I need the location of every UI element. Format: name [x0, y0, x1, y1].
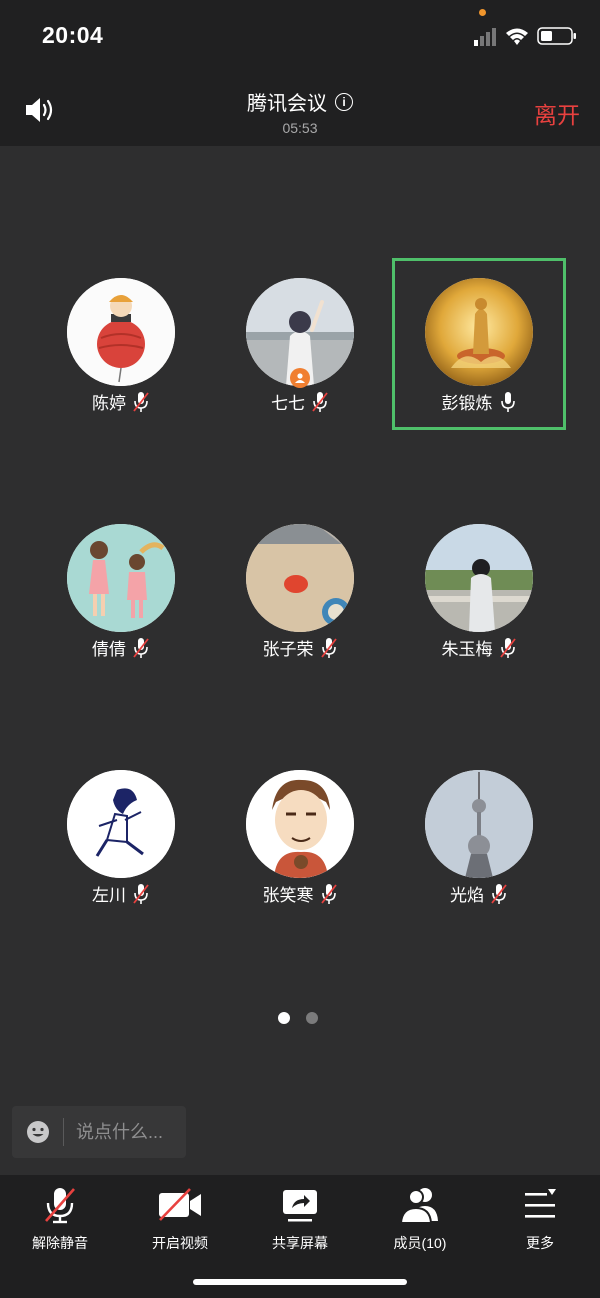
share-screen-button[interactable]: 共享屏幕: [250, 1185, 350, 1251]
info-icon[interactable]: i: [335, 92, 353, 111]
battery-icon: [537, 27, 576, 45]
share-screen-label: 共享屏幕: [272, 1235, 328, 1251]
cellular-signal-icon: [474, 28, 496, 46]
meeting-title[interactable]: 腾讯会议 i: [247, 87, 353, 116]
more-label: 更多: [526, 1235, 554, 1251]
avatar: [246, 770, 354, 878]
share-screen-icon: [283, 1190, 317, 1222]
member-tile[interactable]: 张子荣: [213, 504, 387, 676]
page-dot[interactable]: [306, 1012, 318, 1024]
more-menu-icon: [525, 1189, 556, 1218]
meeting-title-text: 腾讯会议: [247, 93, 327, 115]
member-tile[interactable]: 光焰: [392, 750, 566, 922]
member-tile[interactable]: 朱玉梅: [392, 504, 566, 676]
status-icons: [474, 27, 576, 46]
wifi-icon: [506, 28, 528, 45]
member-name: 张子荣: [262, 640, 314, 659]
member-name: 彭锻炼: [441, 394, 493, 413]
camera-off-icon: [159, 1188, 201, 1221]
mic-muted-icon: [320, 883, 337, 904]
member-tile[interactable]: 七七: [213, 258, 387, 430]
unmute-label: 解除静音: [32, 1235, 88, 1251]
member-tile[interactable]: 张笑寒: [213, 750, 387, 922]
member-name: 七七: [271, 394, 305, 413]
member-name: 朱玉梅: [441, 640, 493, 659]
mic-muted-icon: [499, 637, 516, 658]
home-indicator[interactable]: [193, 1279, 407, 1285]
member-tile-active-speaker[interactable]: 彭锻炼: [392, 258, 566, 430]
member-tile[interactable]: 倩倩: [34, 504, 208, 676]
member-name: 光焰: [450, 886, 484, 905]
status-time: 20:04: [42, 22, 104, 48]
avatar: [246, 524, 354, 632]
avatar: [67, 770, 175, 878]
chat-input[interactable]: [76, 1121, 186, 1143]
top-bar: 20:04 腾讯会议 i 05:53 离开: [0, 0, 600, 146]
avatar: [67, 524, 175, 632]
emoji-icon[interactable]: [12, 1106, 63, 1158]
start-video-label: 开启视频: [152, 1235, 208, 1251]
member-name: 张笑寒: [262, 886, 314, 905]
host-badge-icon: [290, 368, 310, 388]
mic-muted-icon: [133, 391, 149, 412]
mic-muted-icon: [45, 1188, 75, 1224]
avatar: [425, 278, 533, 386]
members-icon: [399, 1188, 438, 1224]
member-name: 左川: [92, 886, 126, 905]
mic-muted-icon: [133, 637, 149, 658]
member-name: 陈婷: [92, 394, 126, 413]
members-button[interactable]: 成员(10): [370, 1185, 470, 1251]
members-label: 成员(10): [393, 1235, 447, 1251]
privacy-indicator-dot: [479, 9, 486, 16]
avatar: [425, 524, 533, 632]
mic-muted-icon: [133, 883, 149, 904]
mic-muted-icon: [320, 637, 337, 658]
page-indicator[interactable]: [278, 1012, 318, 1024]
mic-muted-icon: [491, 883, 507, 904]
avatar: [67, 278, 175, 386]
meeting-timer: 05:53: [282, 120, 318, 136]
divider: [63, 1118, 64, 1146]
member-name: 倩倩: [92, 640, 126, 659]
page-dot-current[interactable]: [278, 1012, 290, 1024]
member-grid: 陈婷 七七 彭锻炼 倩倩 张子荣 朱玉梅 左川 张笑寒 光焰: [0, 258, 600, 905]
more-button[interactable]: 更多: [490, 1185, 590, 1251]
avatar: [425, 770, 533, 878]
member-tile[interactable]: 陈婷: [34, 258, 208, 430]
mic-muted-icon: [312, 391, 328, 412]
unmute-button[interactable]: 解除静音: [10, 1185, 110, 1251]
start-video-button[interactable]: 开启视频: [130, 1185, 230, 1251]
member-tile[interactable]: 左川: [34, 750, 208, 922]
leave-button[interactable]: 离开: [534, 96, 580, 130]
mic-on-icon: [500, 391, 515, 412]
chat-box[interactable]: [12, 1106, 186, 1158]
